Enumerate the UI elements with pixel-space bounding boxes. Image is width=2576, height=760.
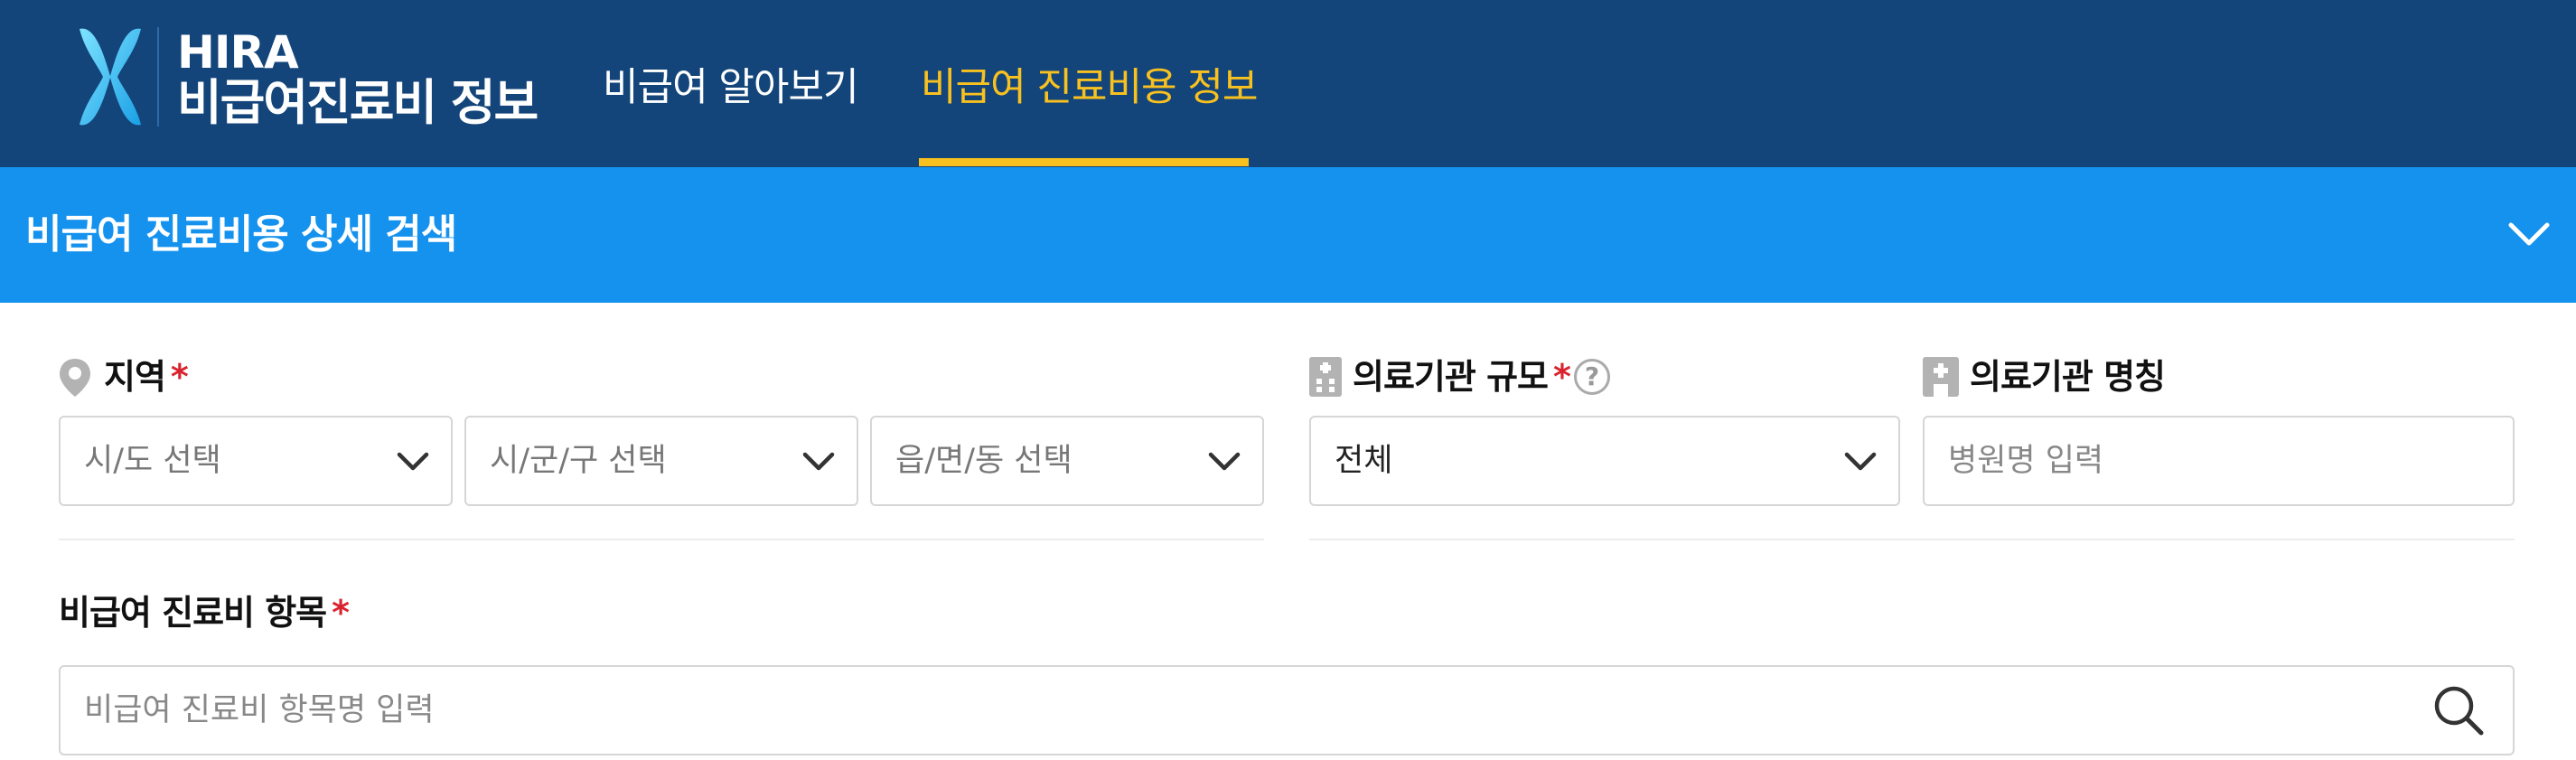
active-nav-indicator bbox=[919, 158, 1249, 166]
help-icon[interactable]: ? bbox=[1574, 359, 1610, 395]
sido-select-value: 시/도 선택 bbox=[84, 443, 221, 479]
region-label: 지역 * bbox=[104, 356, 189, 398]
institution-scale-label: 의료기관 규모 * bbox=[1353, 356, 1571, 398]
chevron-down-icon[interactable] bbox=[2507, 216, 2551, 252]
chevron-down-icon bbox=[802, 452, 835, 471]
sigungu-select-value: 시/군/구 선택 bbox=[490, 443, 667, 479]
item-search-input[interactable] bbox=[61, 667, 2513, 754]
item-search-field[interactable] bbox=[59, 665, 2515, 755]
institution-name-input[interactable] bbox=[1925, 418, 2513, 504]
eupmyeondong-select-value: 읍/면/동 선택 bbox=[895, 443, 1073, 479]
map-pin-icon bbox=[60, 359, 90, 397]
eupmyeondong-select[interactable]: 읍/면/동 선택 bbox=[870, 416, 1264, 506]
hira-logo-icon[interactable] bbox=[72, 23, 148, 130]
logo-divider bbox=[157, 27, 159, 127]
region-divider bbox=[59, 539, 1264, 540]
institution-scale-select[interactable]: 전체 bbox=[1309, 416, 1900, 506]
institution-name-label: 의료기관 명칭 bbox=[1970, 357, 2166, 397]
sigungu-select[interactable]: 시/군/구 선택 bbox=[464, 416, 858, 506]
institution-scale-label-text: 의료기관 규모 bbox=[1353, 357, 1549, 397]
nav-item-noncovered-cost-info[interactable]: 비급여 진료비용 정보 bbox=[921, 65, 1258, 110]
detail-search-panel-header[interactable]: 비급여 진료비용 상세 검색 bbox=[0, 167, 2576, 303]
chevron-down-icon bbox=[1208, 452, 1241, 471]
item-label: 비급여 진료비 항목 * bbox=[59, 592, 350, 633]
sido-select[interactable]: 시/도 선택 bbox=[59, 416, 453, 506]
required-mark: * bbox=[170, 357, 189, 397]
hospital-building-icon bbox=[1309, 357, 1342, 397]
search-icon[interactable] bbox=[2431, 683, 2486, 737]
chevron-down-icon bbox=[397, 452, 429, 471]
required-mark: * bbox=[1553, 357, 1571, 397]
region-label-text: 지역 bbox=[104, 357, 166, 397]
institution-name-field[interactable] bbox=[1923, 416, 2515, 506]
institution-divider bbox=[1309, 539, 2515, 540]
logo-subtitle: 비급여진료비 정보 bbox=[177, 74, 539, 131]
detail-search-title: 비급여 진료비용 상세 검색 bbox=[25, 211, 457, 258]
institution-scale-select-value: 전체 bbox=[1335, 443, 1393, 479]
item-label-text: 비급여 진료비 항목 bbox=[59, 593, 327, 633]
required-mark: * bbox=[332, 593, 350, 633]
nav-item-about-noncovered[interactable]: 비급여 알아보기 bbox=[603, 65, 859, 110]
chevron-down-icon bbox=[1844, 452, 1877, 471]
logo-title: HIRA bbox=[177, 26, 299, 79]
hospital-cross-icon bbox=[1923, 357, 1959, 397]
site-header: HIRA 비급여진료비 정보 비급여 알아보기 비급여 진료비용 정보 bbox=[0, 0, 2576, 167]
